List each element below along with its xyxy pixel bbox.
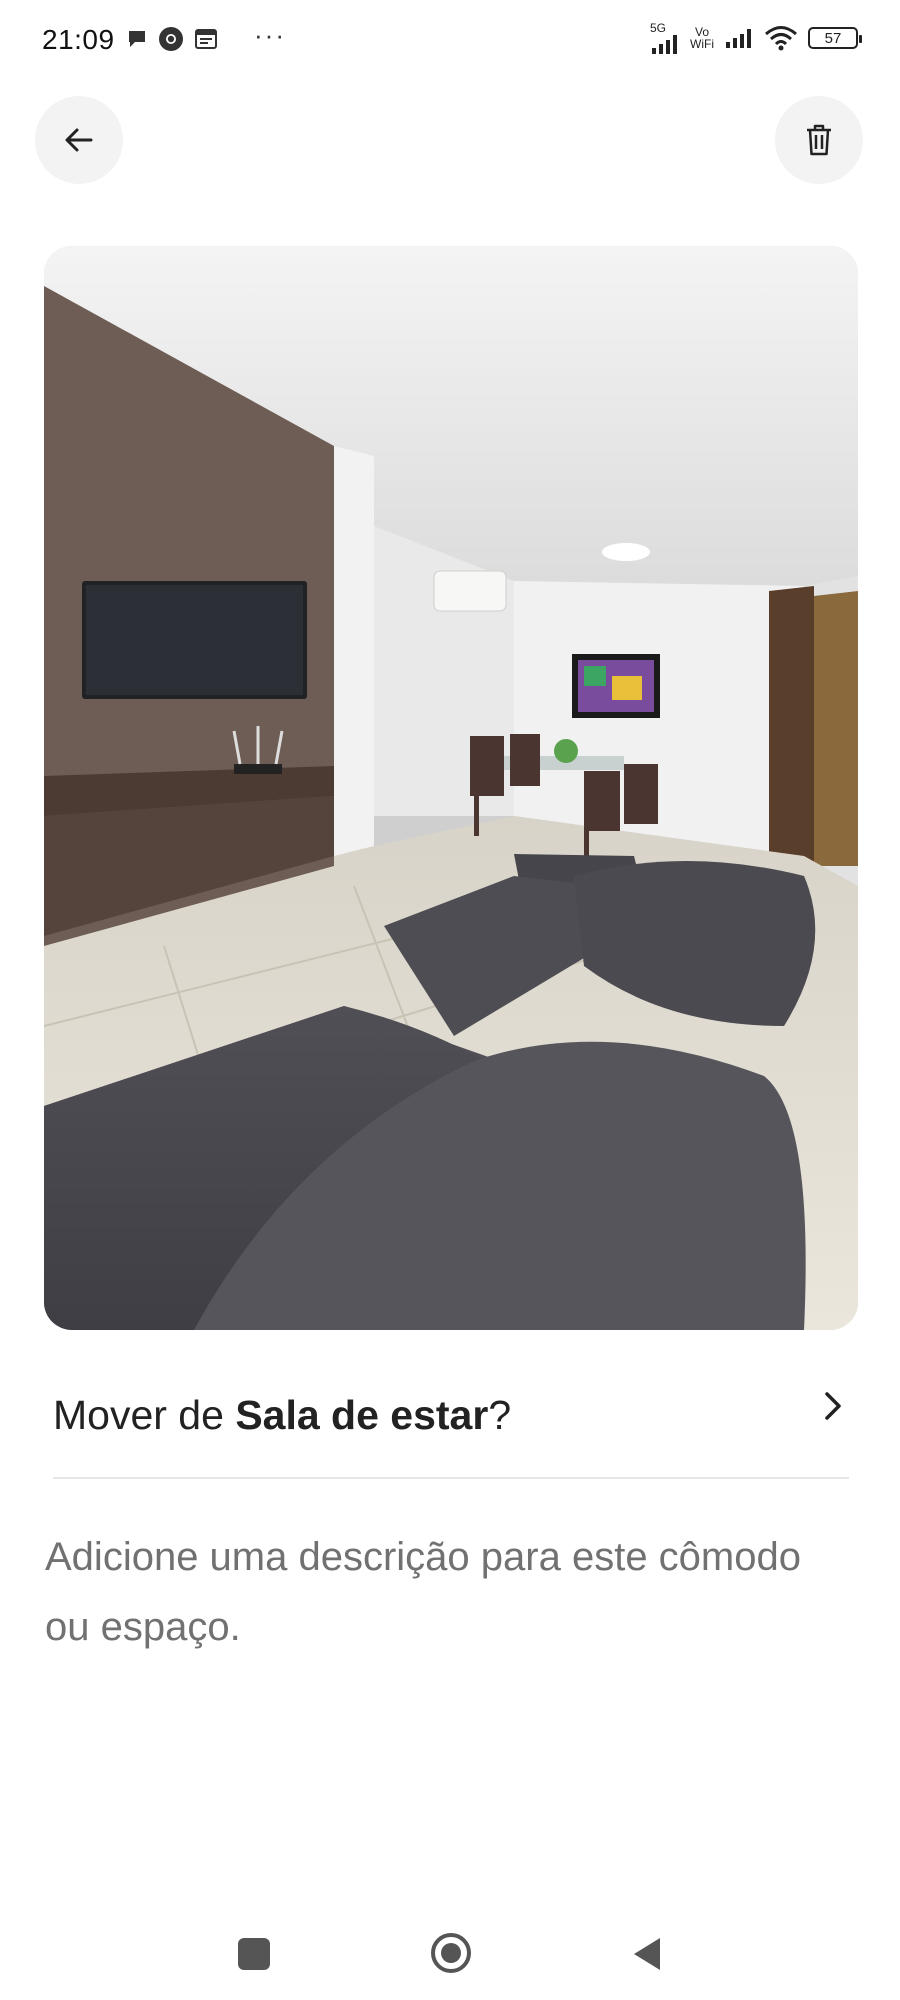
move-prefix: Mover de bbox=[53, 1392, 236, 1438]
chrome-icon bbox=[158, 26, 184, 52]
chevron-right-icon bbox=[825, 1392, 841, 1420]
battery-indicator: 57 bbox=[808, 27, 862, 49]
signal-bars-2-icon bbox=[726, 29, 751, 48]
living-room-photo[interactable] bbox=[44, 246, 858, 1330]
move-room-label: Mover de Sala de estar? bbox=[53, 1392, 511, 1439]
move-suffix: ? bbox=[488, 1392, 512, 1438]
signal-5g-indicator: 5G bbox=[650, 22, 680, 54]
wifi-icon bbox=[765, 26, 797, 51]
description-input[interactable]: Adicione uma descrição para este cômodo … bbox=[45, 1522, 805, 1662]
delete-photo-button[interactable] bbox=[775, 96, 863, 184]
system-nav-bar bbox=[0, 1900, 900, 2000]
arrow-left-icon bbox=[65, 128, 93, 152]
signal-bars-icon bbox=[652, 35, 677, 54]
status-time: 21:09 bbox=[42, 24, 115, 55]
divider bbox=[53, 1477, 849, 1479]
recents-icon[interactable] bbox=[238, 1938, 270, 1970]
status-bar: 21:09 ··· 5G Vo WiFi 57 bbox=[0, 0, 900, 84]
calendar-icon bbox=[194, 28, 218, 50]
move-room-row[interactable]: Mover de Sala de estar? bbox=[53, 1378, 853, 1448]
trash-icon bbox=[807, 124, 831, 156]
more-notifications-icon: ··· bbox=[254, 20, 286, 50]
back-button[interactable] bbox=[35, 96, 123, 184]
home-icon[interactable] bbox=[429, 1931, 473, 1975]
vowifi-indicator: Vo WiFi bbox=[690, 25, 714, 51]
chat-bubble-icon bbox=[126, 28, 148, 50]
current-room-name: Sala de estar bbox=[235, 1392, 489, 1438]
back-icon[interactable] bbox=[628, 1934, 664, 1974]
battery-level: 57 bbox=[824, 29, 842, 47]
